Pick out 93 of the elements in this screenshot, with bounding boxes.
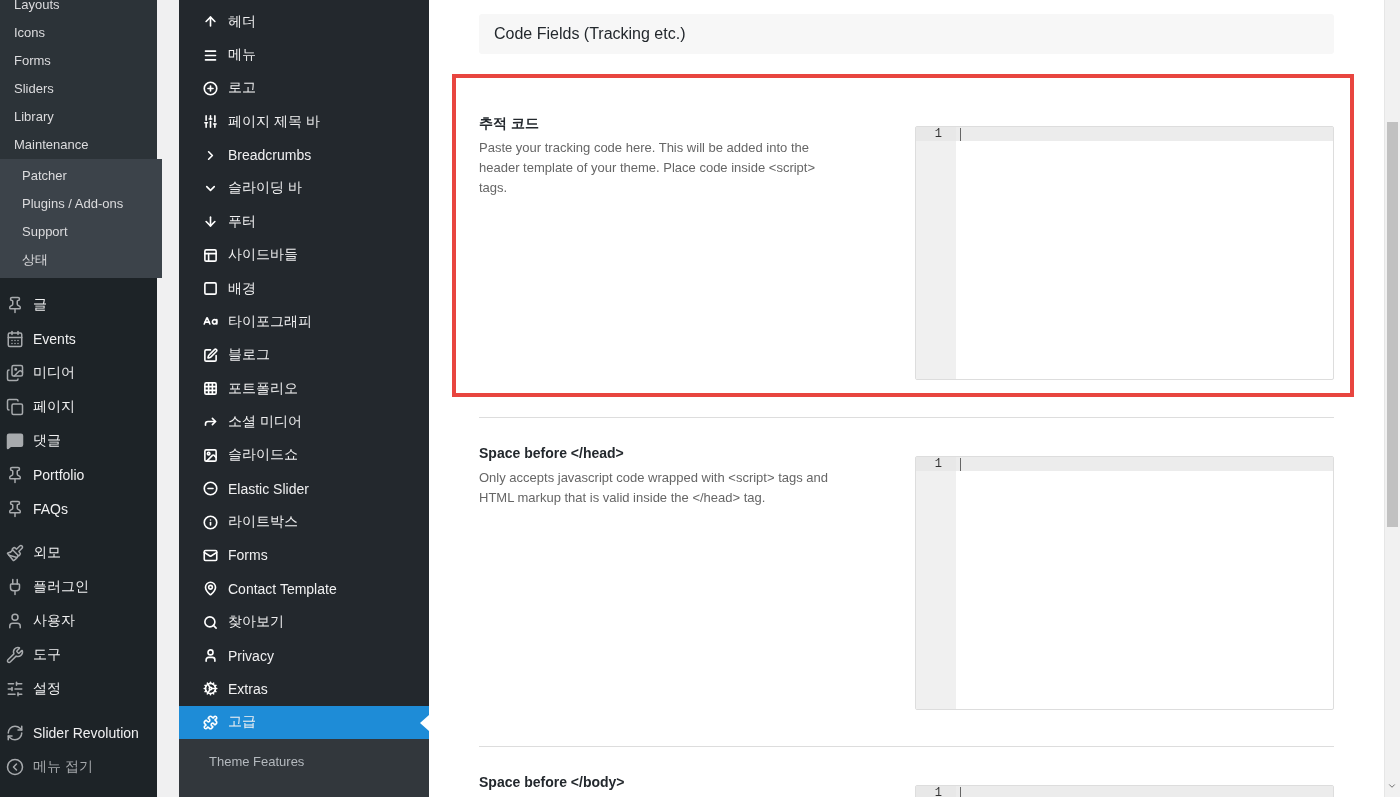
pin-icon	[6, 500, 24, 518]
plus-circle-icon	[203, 80, 218, 96]
code-editor[interactable]: 1	[915, 785, 1334, 797]
submenu-item[interactable]: Plugins / Add-ons	[0, 190, 162, 218]
menu-item[interactable]: 댓글	[0, 424, 157, 458]
panel-icon	[203, 247, 218, 263]
mail-icon	[203, 547, 218, 563]
image-icon	[203, 447, 218, 463]
edit-icon	[203, 347, 218, 363]
options-nav-item[interactable]: Elastic Slider	[179, 472, 429, 506]
wrench-icon	[6, 646, 24, 664]
options-nav-item[interactable]: 슬라이딩 바	[179, 171, 429, 206]
menu-item[interactable]: Maintenance	[0, 131, 157, 159]
text-cursor	[960, 786, 961, 797]
field-description: Only accepts javascript code wrapped with <script> tags and HTML markup that is valid inside the </head> tag.	[479, 469, 829, 507]
line-number: 1	[916, 457, 956, 471]
scrollbar-thumb[interactable]	[1387, 122, 1398, 527]
square-icon	[203, 281, 218, 297]
options-nav-item[interactable]: 메뉴	[179, 38, 429, 72]
refresh-icon	[6, 724, 24, 742]
options-nav-item[interactable]: 푸터	[179, 205, 429, 239]
menu-item[interactable]: 도구	[0, 638, 157, 672]
menu-item[interactable]: Library	[0, 103, 157, 131]
menu-item[interactable]: Layouts	[0, 0, 157, 19]
line-number: 1	[916, 127, 956, 141]
minus-circle-icon	[203, 481, 218, 497]
pin-icon	[6, 466, 24, 484]
map-pin-icon	[203, 581, 218, 597]
submenu-item[interactable]: Support	[0, 218, 162, 246]
menu-item[interactable]: 미디어	[0, 356, 157, 390]
section-header: Code Fields (Tracking etc.)	[479, 14, 1334, 54]
options-nav-item[interactable]: 타이포그래피	[179, 305, 429, 339]
code-editor[interactable]: 1	[915, 126, 1334, 380]
comment-icon	[6, 432, 24, 450]
menu-item[interactable]: Portfolio	[0, 458, 157, 492]
menu-item[interactable]: Slider Revolution	[0, 716, 157, 750]
media-icon	[6, 364, 24, 382]
options-nav-item[interactable]: 사이드바들	[179, 238, 429, 272]
menu-item[interactable]: 외모	[0, 536, 157, 570]
options-nav-item[interactable]: 페이지 제목 바	[179, 105, 429, 139]
options-nav-item[interactable]: Extras	[179, 672, 429, 706]
menu-item[interactable]: Sliders	[0, 75, 157, 103]
options-nav-item[interactable]: 로고	[179, 71, 429, 106]
user-icon	[6, 612, 24, 630]
menu-item[interactable]: 플러그인	[0, 570, 157, 604]
grid-icon	[203, 381, 218, 397]
menu-item[interactable]: Events	[0, 322, 157, 356]
text-cursor	[960, 457, 961, 471]
field-title: Space before </body>	[479, 774, 626, 791]
menu-item[interactable]: 글	[0, 288, 157, 322]
pages-icon	[6, 398, 24, 416]
options-nav-item[interactable]: 소셜 미디어	[179, 405, 429, 439]
scroll-down-icon[interactable]	[1387, 781, 1397, 791]
options-nav-item[interactable]: 포트폴리오	[179, 371, 429, 406]
options-nav-item[interactable]: 배경	[179, 271, 429, 306]
arrow-down-icon	[203, 214, 218, 230]
sliders-icon	[6, 680, 24, 698]
user-icon	[203, 648, 218, 663]
menu-item[interactable]: 페이지	[0, 390, 157, 424]
submenu-item[interactable]: Patcher	[0, 162, 162, 190]
info-icon	[203, 514, 218, 530]
scrollbar[interactable]	[1384, 0, 1400, 797]
line-number: 1	[916, 786, 956, 797]
options-nav-item[interactable]: 블로그	[179, 338, 429, 372]
menu-item[interactable]: 설정	[0, 672, 157, 706]
options-nav-item[interactable]: Breadcrumbs	[179, 138, 429, 172]
options-nav-item[interactable]: Contact Template	[179, 572, 429, 606]
menu-item[interactable]: Forms	[0, 47, 157, 75]
menu-item[interactable]: 메뉴 접기	[0, 750, 157, 784]
menu-item[interactable]: Icons	[0, 19, 157, 47]
text-cursor	[960, 127, 961, 141]
gear-icon	[203, 681, 218, 697]
options-nav-item[interactable]: Privacy	[179, 638, 429, 673]
pin-icon	[6, 296, 24, 314]
field-title: Space before </head>	[479, 445, 625, 462]
search-icon	[203, 614, 218, 630]
calendar-icon	[6, 330, 24, 348]
menu-item[interactable]: FAQs	[0, 492, 157, 526]
menu-item[interactable]: 사용자	[0, 604, 157, 638]
options-nav-item[interactable]: 라이트박스	[179, 505, 429, 539]
puzzle-icon	[203, 714, 218, 730]
field-description: Paste your tracking code here. This will be added into the header template of your theme. Place code inside <script> tags.	[479, 139, 817, 197]
options-nav-item[interactable]: Forms	[179, 538, 429, 573]
submenu-item[interactable]: 상태	[0, 246, 162, 274]
menu-icon	[203, 47, 218, 63]
collapse-icon	[6, 758, 24, 776]
code-editor[interactable]: 1	[915, 456, 1334, 710]
field-title: 추적 코드	[479, 115, 540, 132]
options-nav-item[interactable]: 헤더	[179, 5, 429, 39]
sliders-icon	[203, 114, 218, 130]
paintbrush-icon	[6, 544, 24, 562]
options-nav-item[interactable]: 찾아보기	[179, 605, 429, 639]
options-nav-item[interactable]: 슬라이드쇼	[179, 438, 429, 473]
